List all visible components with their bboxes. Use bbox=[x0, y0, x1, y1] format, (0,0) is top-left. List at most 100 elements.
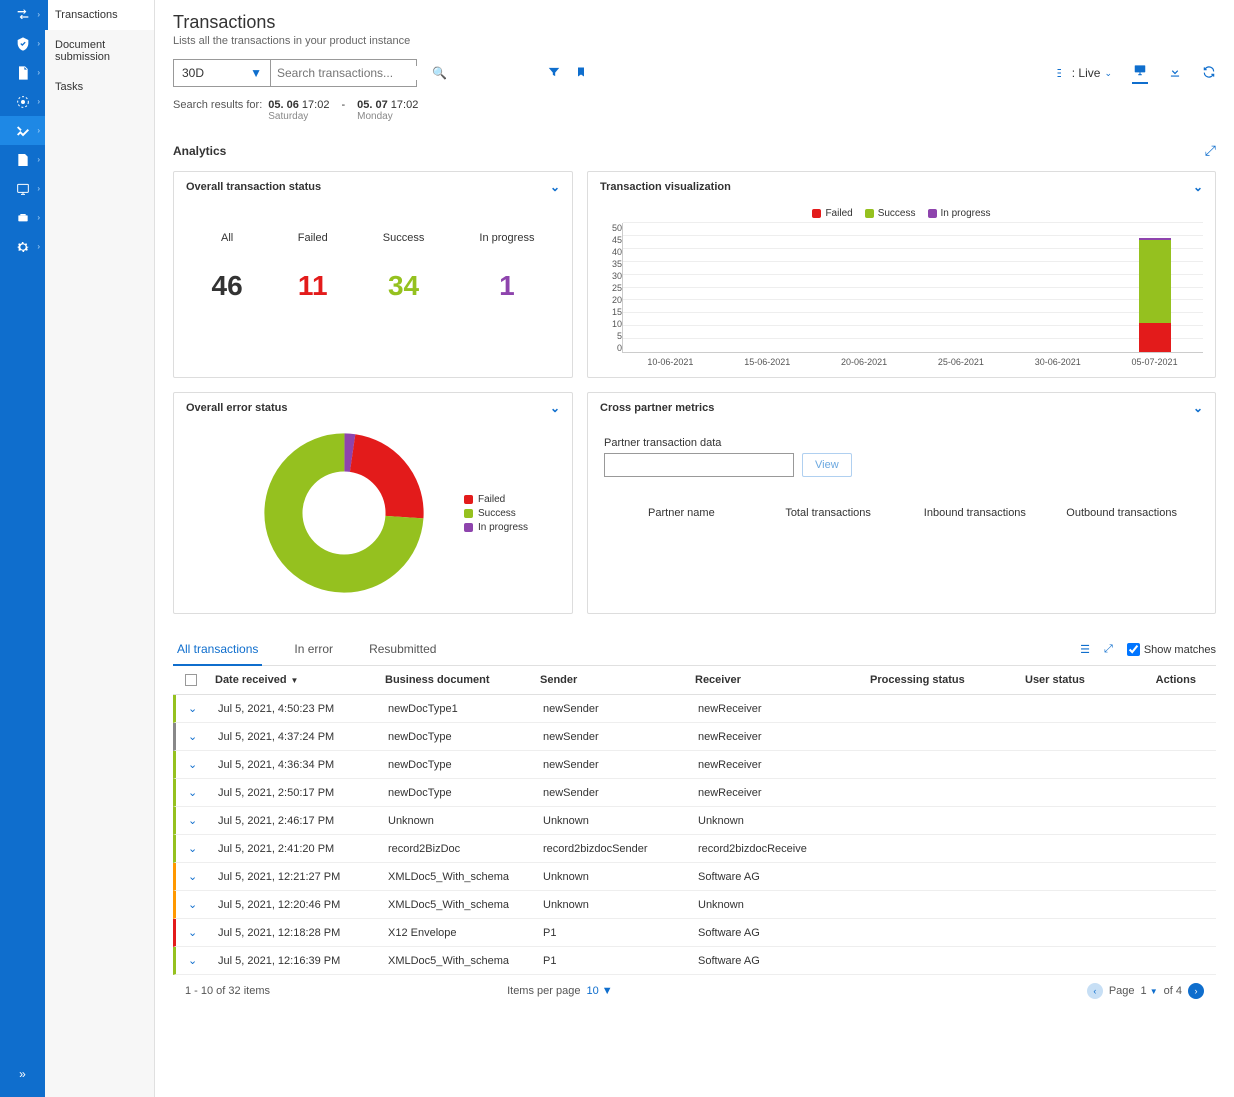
collapse-icon[interactable]: ⤢ bbox=[1205, 142, 1216, 159]
items-per-page-select[interactable]: 10 ▼ bbox=[586, 985, 612, 997]
prev-page-button[interactable]: ‹ bbox=[1087, 983, 1103, 999]
subnav-transactions[interactable]: Transactions bbox=[45, 0, 154, 30]
rail-expand-button[interactable]: » bbox=[0, 1059, 45, 1089]
expand-row-icon[interactable]: ⌄ bbox=[188, 731, 197, 743]
table-row[interactable]: ⌄ Jul 5, 2021, 4:50:23 PM newDocType1 ne… bbox=[173, 695, 1216, 723]
table-row[interactable]: ⌄ Jul 5, 2021, 2:41:20 PM record2BizDoc … bbox=[173, 835, 1216, 863]
panel-transaction-viz: Transaction visualization ⌄ FailedSucces… bbox=[587, 171, 1216, 378]
table-row[interactable]: ⌄ Jul 5, 2021, 12:21:27 PM XMLDoc5_With_… bbox=[173, 863, 1216, 891]
chevron-down-icon[interactable]: ⌄ bbox=[550, 180, 560, 194]
table-tabs: All transactionsIn errorResubmitted ☰ ⤢ … bbox=[173, 634, 1216, 666]
monitor-icon[interactable] bbox=[1132, 63, 1148, 84]
col-doc[interactable]: Business document bbox=[385, 674, 540, 686]
stat-failed[interactable]: Failed 11 bbox=[298, 232, 328, 302]
results-label: Search results for: bbox=[173, 99, 262, 111]
expand-row-icon[interactable]: ⌄ bbox=[188, 815, 197, 827]
table-row[interactable]: ⌄ Jul 5, 2021, 2:50:17 PM newDocType new… bbox=[173, 779, 1216, 807]
total-pages: of 4 bbox=[1164, 985, 1182, 997]
select-all-checkbox[interactable] bbox=[185, 674, 197, 686]
page-select[interactable]: 1 ▼ bbox=[1141, 985, 1158, 997]
main-content: Transactions Lists all the transactions … bbox=[155, 0, 1234, 1097]
expand-row-icon[interactable]: ⌄ bbox=[188, 871, 197, 883]
panel-title: Cross partner metrics bbox=[600, 402, 714, 414]
subnav-document-submission[interactable]: Document submission bbox=[45, 30, 154, 72]
download-icon[interactable] bbox=[1168, 65, 1182, 82]
list-icon[interactable]: ☰ bbox=[1080, 643, 1090, 656]
expand-row-icon[interactable]: ⌄ bbox=[188, 843, 197, 855]
legend-item: Success bbox=[464, 508, 528, 519]
table-row[interactable]: ⌄ Jul 5, 2021, 4:37:24 PM newDocType new… bbox=[173, 723, 1216, 751]
panel-title: Overall error status bbox=[186, 402, 288, 414]
legend-item: In progress bbox=[464, 522, 528, 533]
chevron-down-icon[interactable]: ⌄ bbox=[550, 401, 560, 415]
table-row[interactable]: ⌄ Jul 5, 2021, 12:20:46 PM XMLDoc5_With_… bbox=[173, 891, 1216, 919]
rail-item-settings[interactable]: › bbox=[0, 232, 45, 261]
col-processing[interactable]: Processing status bbox=[870, 674, 1025, 686]
col-sender[interactable]: Sender bbox=[540, 674, 695, 686]
rail-item-1[interactable]: › bbox=[0, 0, 45, 29]
rail-item-8[interactable]: › bbox=[0, 203, 45, 232]
tab-all-transactions[interactable]: All transactions bbox=[173, 634, 262, 666]
col-actions: Actions bbox=[1135, 674, 1204, 686]
legend-item: Success bbox=[865, 208, 916, 219]
filter-icon[interactable] bbox=[547, 65, 561, 82]
analytics-header: Analytics ⤢ bbox=[173, 136, 1216, 165]
view-button[interactable]: View bbox=[802, 453, 852, 477]
page-label: Page bbox=[1109, 985, 1135, 997]
rail-item-4[interactable]: › bbox=[0, 87, 45, 116]
bookmark-icon[interactable] bbox=[575, 65, 587, 82]
stat-all[interactable]: All 46 bbox=[212, 232, 243, 302]
stat-in-progress[interactable]: In progress 1 bbox=[479, 232, 534, 302]
rail-item-analytics[interactable]: › bbox=[0, 116, 45, 145]
live-label: : Live bbox=[1072, 66, 1101, 80]
panel-title: Overall transaction status bbox=[186, 181, 321, 193]
table-footer: 1 - 10 of 32 items Items per page 10 ▼ ‹… bbox=[173, 975, 1216, 1007]
partner-col-header: Outbound transactions bbox=[1048, 507, 1195, 519]
col-user-status[interactable]: User status bbox=[1025, 674, 1135, 686]
caret-down-icon: ▼ bbox=[250, 66, 262, 80]
expand-row-icon[interactable]: ⌄ bbox=[188, 759, 197, 771]
chevron-down-icon[interactable]: ⌄ bbox=[1193, 401, 1203, 415]
expand-row-icon[interactable]: ⌄ bbox=[188, 703, 197, 715]
table-row[interactable]: ⌄ Jul 5, 2021, 12:16:39 PM XMLDoc5_With_… bbox=[173, 947, 1216, 975]
chevron-down-icon: ⌄ bbox=[1104, 68, 1112, 79]
partner-input[interactable] bbox=[604, 453, 794, 477]
search-icon[interactable]: 🔍 bbox=[432, 66, 447, 80]
subnav: Transactions Document submission Tasks bbox=[45, 0, 155, 1097]
partner-col-header: Partner name bbox=[608, 507, 755, 519]
table-header: Date received ▼ Business document Sender… bbox=[173, 666, 1216, 695]
col-date[interactable]: Date received ▼ bbox=[215, 674, 385, 686]
subnav-tasks[interactable]: Tasks bbox=[45, 72, 154, 102]
range-select[interactable]: 30D ▼ bbox=[173, 59, 271, 87]
analytics-title: Analytics bbox=[173, 144, 226, 158]
rail-item-2[interactable]: › bbox=[0, 29, 45, 58]
expand-row-icon[interactable]: ⌄ bbox=[188, 787, 197, 799]
table-row[interactable]: ⌄ Jul 5, 2021, 12:18:28 PM X12 Envelope … bbox=[173, 919, 1216, 947]
rail-item-3[interactable]: › bbox=[0, 58, 45, 87]
partner-col-header: Total transactions bbox=[755, 507, 902, 519]
expand-row-icon[interactable]: ⌄ bbox=[188, 927, 197, 939]
rail-item-7[interactable]: › bbox=[0, 174, 45, 203]
search-input[interactable] bbox=[277, 66, 432, 80]
tab-resubmitted[interactable]: Resubmitted bbox=[365, 634, 440, 665]
partner-field-label: Partner transaction data bbox=[604, 437, 1199, 449]
next-page-button[interactable]: › bbox=[1188, 983, 1204, 999]
legend-item: Failed bbox=[812, 208, 852, 219]
expand-row-icon[interactable]: ⌄ bbox=[188, 899, 197, 911]
range-value: 30D bbox=[182, 66, 204, 80]
rail-item-6[interactable]: › bbox=[0, 145, 45, 174]
refresh-icon[interactable] bbox=[1202, 65, 1216, 82]
tab-in-error[interactable]: In error bbox=[290, 634, 337, 665]
table-row[interactable]: ⌄ Jul 5, 2021, 2:46:17 PM Unknown Unknow… bbox=[173, 807, 1216, 835]
col-receiver[interactable]: Receiver bbox=[695, 674, 870, 686]
page-title: Transactions bbox=[173, 12, 1216, 33]
expand-icon[interactable]: ⤢ bbox=[1104, 643, 1113, 656]
live-toggle[interactable]: : Live ⌄ bbox=[1056, 66, 1112, 80]
show-matches-checkbox[interactable]: Show matches bbox=[1127, 643, 1216, 656]
sort-desc-icon: ▼ bbox=[291, 676, 299, 685]
table-row[interactable]: ⌄ Jul 5, 2021, 4:36:34 PM newDocType new… bbox=[173, 751, 1216, 779]
stat-success[interactable]: Success 34 bbox=[383, 232, 425, 302]
expand-row-icon[interactable]: ⌄ bbox=[188, 955, 197, 967]
chevron-down-icon[interactable]: ⌄ bbox=[1193, 180, 1203, 194]
panel-overall-status: Overall transaction status ⌄ All 46 Fail… bbox=[173, 171, 573, 378]
